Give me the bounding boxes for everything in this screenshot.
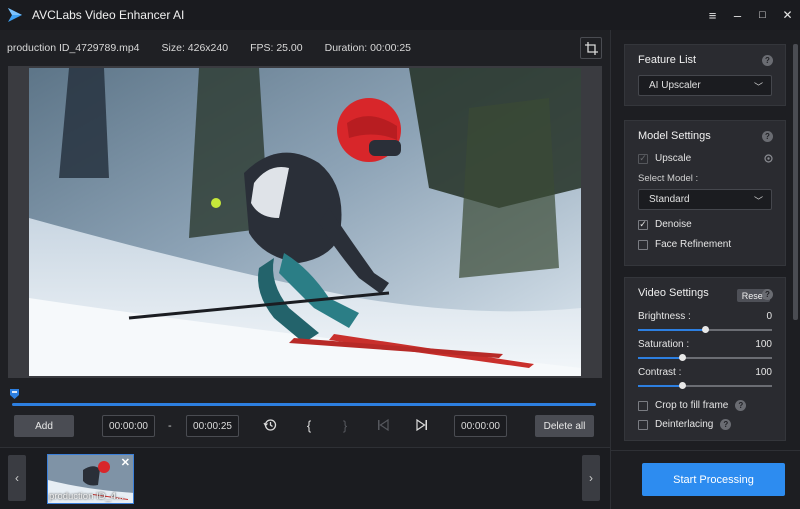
deinterlacing-checkbox-row[interactable]: Deinterlacing ?: [638, 419, 732, 430]
video-preview-image[interactable]: [29, 68, 581, 376]
file-info-bar: production ID_4729789.mp4 Size: 426x240 …: [0, 30, 610, 66]
feature-list-card: Feature List ? AI Upscaler ﹀: [624, 44, 786, 106]
upscale-label: Upscale: [655, 153, 692, 164]
video-settings-help-icon[interactable]: ?: [762, 289, 773, 300]
model-select[interactable]: Standard ﹀: [638, 189, 772, 210]
close-icon[interactable]: ✕: [775, 0, 800, 30]
skip-forward-icon[interactable]: [414, 417, 430, 433]
saturation-label: Saturation :: [638, 339, 690, 350]
crop-to-fill-checkbox-row[interactable]: Crop to fill frame ?: [638, 400, 747, 411]
menu-icon[interactable]: ≡: [700, 0, 725, 30]
file-name: production ID_4729789.mp4: [7, 42, 140, 54]
deinterlacing-help-icon[interactable]: ?: [720, 419, 732, 430]
window-controls: ≡ – □ ✕: [700, 0, 800, 30]
strip-prev-icon[interactable]: ‹: [8, 455, 26, 501]
face-refinement-label: Face Refinement: [655, 239, 732, 250]
feature-list-help-icon[interactable]: ?: [762, 55, 773, 66]
chevron-down-icon: ﹀: [753, 82, 763, 92]
brightness-slider-fill: [638, 329, 705, 331]
upscale-checkbox[interactable]: ✓: [638, 153, 648, 164]
minimize-icon[interactable]: –: [725, 0, 750, 30]
panel-divider: [611, 450, 800, 451]
model-settings-title: Model Settings: [638, 130, 711, 142]
feature-select-value: AI Upscaler: [649, 80, 701, 91]
model-settings-help-icon[interactable]: ?: [762, 131, 773, 142]
saturation-slider[interactable]: [638, 354, 772, 361]
title-bar: AVCLabs Video Enhancer AI ≡ – □ ✕: [0, 0, 800, 30]
app-logo-icon: [8, 8, 22, 22]
brightness-slider[interactable]: [638, 326, 772, 333]
upscale-checkbox-row[interactable]: ✓ Upscale: [638, 153, 691, 164]
feature-list-title: Feature List: [638, 54, 697, 66]
clip-thumbnail[interactable]: ✕ production ID_4...: [47, 454, 134, 504]
crop-button[interactable]: [580, 37, 602, 59]
mark-out-icon[interactable]: }: [337, 417, 353, 433]
deinterlacing-checkbox[interactable]: [638, 419, 648, 430]
denoise-label: Denoise: [655, 219, 692, 230]
file-size: Size: 426x240: [161, 42, 229, 54]
contrast-slider-knob[interactable]: [679, 382, 687, 389]
video-settings-title: Video Settings: [638, 287, 709, 299]
saturation-value: 100: [755, 339, 772, 350]
skier-image: [29, 68, 581, 376]
crop-to-fill-checkbox[interactable]: [638, 400, 648, 411]
clip-thumbnail-label: production ID_4...: [49, 491, 124, 502]
brightness-slider-knob[interactable]: [702, 326, 709, 333]
contrast-label: Contrast :: [638, 367, 682, 378]
face-refinement-checkbox[interactable]: [638, 239, 648, 250]
timeline-track[interactable]: [12, 403, 597, 406]
deinterlacing-label: Deinterlacing: [655, 419, 714, 430]
clip-remove-icon[interactable]: ✕: [121, 456, 130, 469]
delete-all-button[interactable]: Delete all: [535, 415, 594, 437]
mark-in-icon[interactable]: {: [301, 417, 317, 433]
start-processing-button[interactable]: Start Processing: [642, 463, 785, 496]
clip-strip: ‹ ✕ production ID_4... ›: [0, 447, 610, 509]
playhead-icon[interactable]: [10, 389, 19, 399]
time-separator: -: [168, 420, 172, 432]
saturation-slider-knob[interactable]: [679, 354, 687, 361]
clip-controls: Add 00:00:00 - 00:00:25 { } 00:00:00 Del…: [0, 413, 610, 441]
contrast-slider-fill: [638, 385, 683, 387]
timeline[interactable]: [8, 386, 602, 410]
preview-panel: [8, 66, 602, 378]
start-time-input[interactable]: 00:00:00: [102, 415, 155, 437]
end-time-input[interactable]: 00:00:25: [186, 415, 239, 437]
settings-panel: Feature List ? AI Upscaler ﹀ Model Setti…: [610, 30, 800, 509]
upscale-settings-gear-icon[interactable]: [763, 153, 774, 164]
contrast-value: 100: [755, 367, 772, 378]
crop-icon: [584, 41, 598, 55]
brightness-value: 0: [766, 311, 772, 322]
maximize-icon[interactable]: □: [750, 0, 775, 30]
feature-select[interactable]: AI Upscaler ﹀: [638, 75, 772, 96]
crop-to-fill-label: Crop to fill frame: [655, 400, 729, 411]
history-icon[interactable]: [262, 417, 278, 433]
add-button[interactable]: Add: [14, 415, 74, 437]
current-time-input[interactable]: 00:00:00: [454, 415, 507, 437]
denoise-checkbox-row[interactable]: ✓ Denoise: [638, 219, 692, 230]
brightness-label: Brightness :: [638, 311, 691, 322]
crop-to-fill-help-icon[interactable]: ?: [735, 400, 747, 411]
denoise-checkbox[interactable]: ✓: [638, 219, 648, 230]
saturation-slider-fill: [638, 357, 683, 359]
skip-back-icon[interactable]: [375, 417, 391, 433]
file-duration: Duration: 00:00:25: [324, 42, 412, 54]
file-fps: FPS: 25.00: [250, 42, 303, 54]
strip-next-icon[interactable]: ›: [582, 455, 600, 501]
select-model-label: Select Model :: [638, 173, 699, 184]
app-title: AVCLabs Video Enhancer AI: [32, 8, 185, 22]
model-settings-card: Model Settings ? ✓ Upscale Select Model …: [624, 120, 786, 266]
face-refinement-checkbox-row[interactable]: Face Refinement: [638, 239, 731, 250]
contrast-slider[interactable]: [638, 382, 772, 389]
settings-scrollbar[interactable]: [793, 44, 798, 320]
video-settings-card: Video Settings Reset ? Brightness : 0 Sa…: [624, 277, 786, 441]
chevron-down-icon: ﹀: [753, 196, 763, 206]
model-select-value: Standard: [649, 194, 690, 205]
